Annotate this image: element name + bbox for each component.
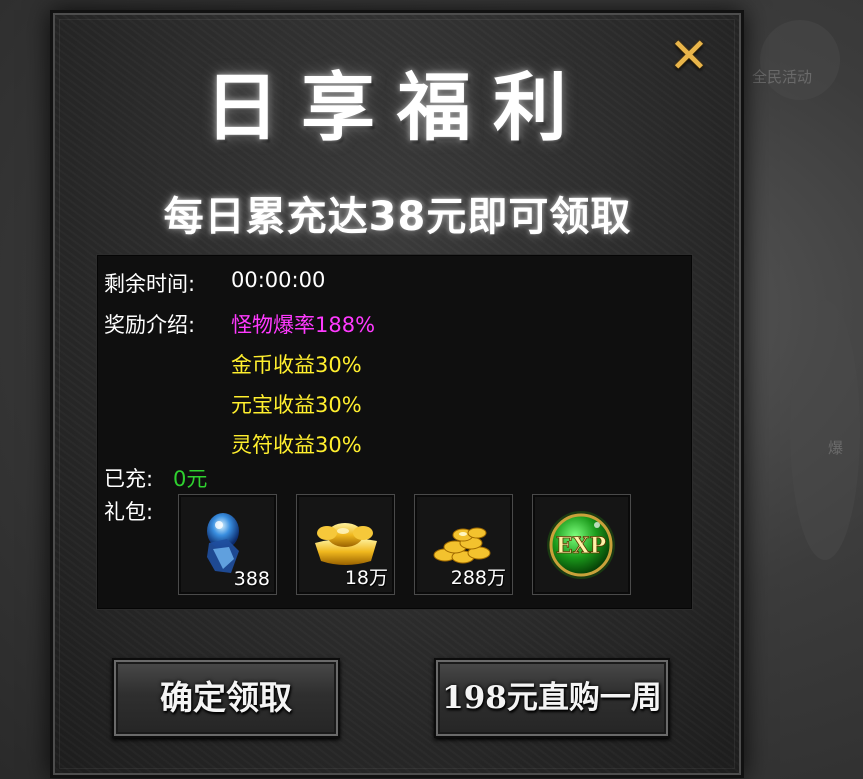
item-quantity: 388 — [233, 568, 270, 590]
reward-info-box: 剩余时间: 00:00:00 奖励介绍: 怪物爆率188% 金币收益30% 元宝… — [97, 255, 692, 609]
gift-item-slot[interactable]: EXP — [532, 494, 631, 595]
gift-pack-label: 礼包: — [104, 500, 154, 524]
gift-item-slot[interactable]: 288万 — [414, 494, 513, 595]
item-quantity: 18万 — [344, 567, 388, 589]
dialog-subtitle: 每日累充达38元即可领取 — [163, 194, 632, 240]
background-side-label: 爆 — [826, 440, 844, 455]
dialog-title: 日享福利 — [205, 65, 589, 151]
reward-intro-label: 奖励介绍: — [104, 313, 196, 337]
charged-label: 已充: — [104, 467, 154, 491]
background-decoration — [760, 20, 840, 100]
reward-drop-rate: 怪物爆率188% — [231, 313, 376, 337]
gift-item-slot[interactable]: 388 — [178, 494, 277, 595]
exp-orb-icon: EXP — [547, 511, 615, 579]
gift-item-slot[interactable]: 18万 — [296, 494, 395, 595]
svg-text:EXP: EXP — [556, 533, 606, 559]
buy-weekly-button[interactable]: 198元直购一周 — [434, 658, 670, 738]
charged-value: 0元 — [173, 467, 208, 491]
background-activity-label: 全民活动 — [752, 68, 813, 86]
reward-talisman-income: 灵符收益30% — [231, 433, 362, 457]
remaining-time-label: 剩余时间: — [104, 272, 196, 296]
reward-ingot-income: 元宝收益30% — [231, 393, 362, 417]
confirm-claim-button[interactable]: 确定领取 — [112, 658, 340, 738]
close-icon[interactable]: ✕ — [663, 30, 715, 82]
reward-gold-income: 金币收益30% — [231, 353, 362, 377]
background-decoration — [790, 300, 860, 560]
item-quantity: 288万 — [450, 567, 506, 589]
remaining-time-value: 00:00:00 — [231, 268, 326, 292]
